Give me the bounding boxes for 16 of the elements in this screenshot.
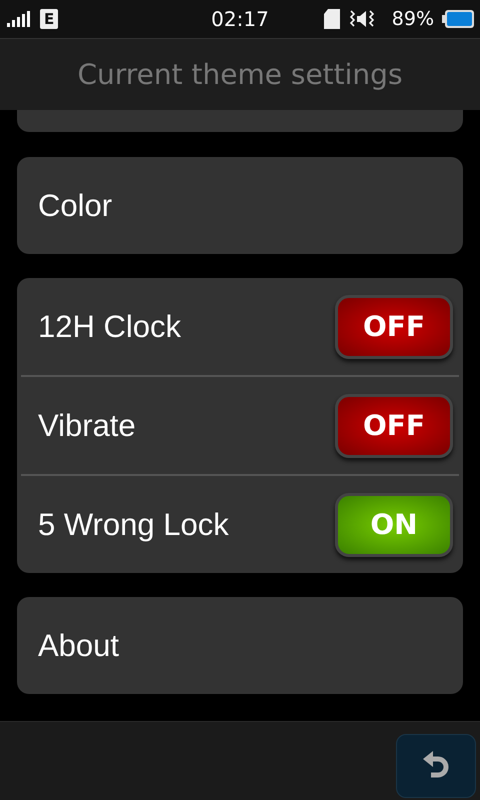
- toggle-switch[interactable]: OFF: [335, 294, 453, 358]
- screen-title: Current theme settings: [77, 58, 403, 91]
- setting-label: 12H Clock: [38, 308, 181, 344]
- battery-percent: 89%: [392, 8, 434, 30]
- clock-time: 02:17: [211, 7, 269, 31]
- back-button[interactable]: [396, 734, 476, 798]
- network-badge: E: [40, 9, 58, 29]
- settings-item[interactable]: About: [17, 597, 463, 694]
- setting-label: Vibrate: [38, 408, 136, 444]
- sd-card-icon: [324, 9, 340, 29]
- toggle-switch[interactable]: OFF: [335, 394, 453, 458]
- battery-icon: [442, 9, 474, 29]
- setting-label: 5 Wrong Lock: [38, 506, 229, 542]
- vibrate-icon: [348, 9, 376, 29]
- settings-item[interactable]: Color: [17, 157, 463, 254]
- signal-icon: [6, 11, 30, 27]
